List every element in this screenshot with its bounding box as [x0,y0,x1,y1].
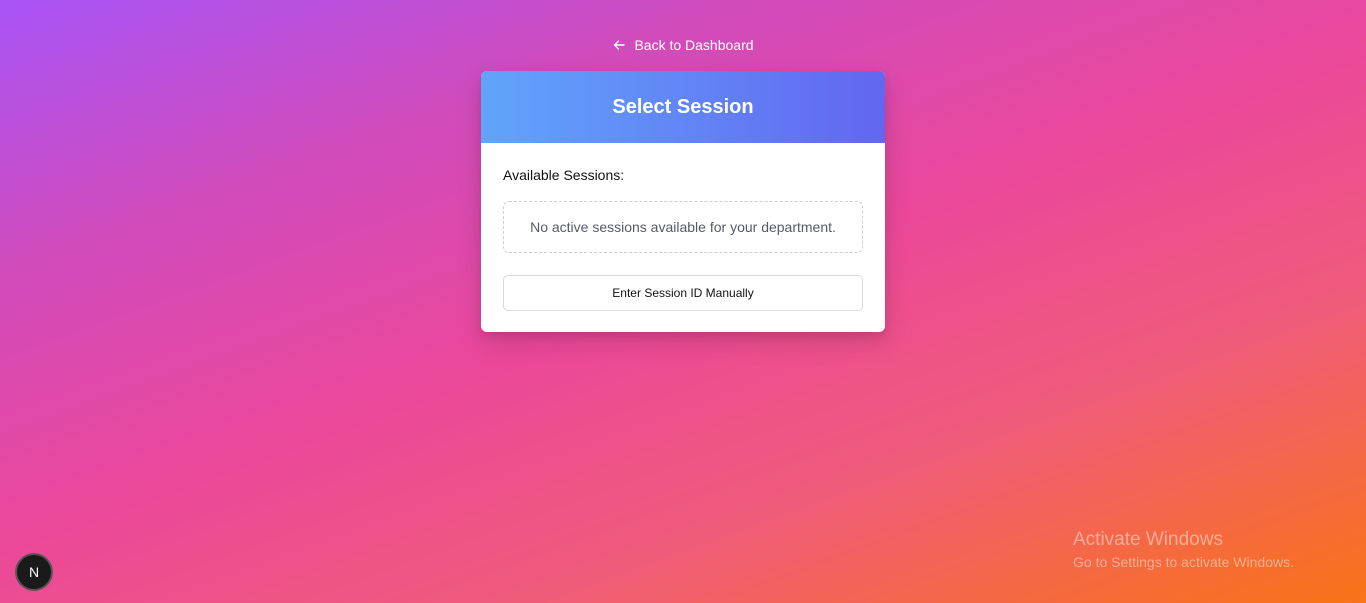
back-link-label: Back to Dashboard [634,37,754,53]
arrow-left-icon [612,38,626,52]
page-title: Select Session [612,95,754,118]
card-body: Available Sessions: No active sessions a… [481,143,885,311]
back-to-dashboard-link[interactable]: Back to Dashboard [0,37,1366,53]
card-header: Select Session [481,71,885,143]
windows-activation-watermark: Activate Windows Go to Settings to activ… [1073,529,1294,571]
empty-sessions-message: No active sessions available for your de… [503,201,863,253]
select-session-card: Select Session Available Sessions: No ac… [481,71,885,332]
enter-session-id-button[interactable]: Enter Session ID Manually [503,275,863,311]
available-sessions-label: Available Sessions: [503,167,625,183]
watermark-subtitle: Go to Settings to activate Windows. [1073,554,1294,570]
nextjs-dev-badge[interactable]: N [17,555,51,589]
watermark-title: Activate Windows [1073,529,1223,550]
